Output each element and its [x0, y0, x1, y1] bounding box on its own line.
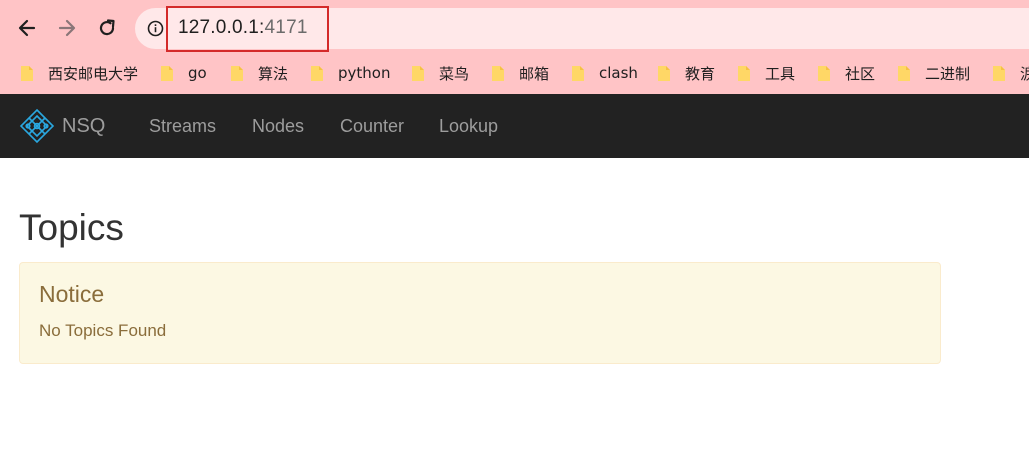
nav-link-nodes[interactable]: Nodes [252, 115, 304, 137]
folder-icon [658, 65, 670, 81]
nav-link-lookup[interactable]: Lookup [439, 115, 498, 137]
folder-icon [818, 65, 830, 81]
bookmark-label: 算法 [258, 64, 289, 83]
bookmark-item[interactable]: 教育 [657, 57, 715, 89]
bookmark-item[interactable]: 涙 [992, 57, 1029, 89]
bookmark-label: go [188, 64, 207, 82]
folder-icon [492, 65, 504, 81]
bookmark-item[interactable]: 邮箱 [491, 57, 549, 89]
nav-link-counter[interactable]: Counter [340, 115, 404, 137]
nav-link-streams[interactable]: Streams [149, 115, 216, 137]
folder-icon [738, 65, 750, 81]
bookmark-label: 邮箱 [519, 64, 550, 83]
reload-button[interactable] [91, 12, 123, 44]
bookmark-label: 社区 [845, 64, 876, 83]
bookmark-label: 西安邮电大学 [48, 64, 139, 83]
folder-icon [161, 65, 173, 81]
brand-name: NSQ [62, 114, 106, 137]
bookmarks-bar: 西安邮电大学 go 算法 python 菜鸟 邮箱 clash 教育 工具 社区… [0, 57, 1029, 89]
bookmark-label: 工具 [765, 64, 796, 83]
arrow-right-icon [58, 19, 76, 37]
back-button[interactable] [11, 12, 43, 44]
bookmark-label: 菜鸟 [439, 64, 470, 83]
bookmark-label: python [338, 64, 391, 82]
url-highlight-box [166, 6, 329, 52]
browser-toolbar: 127.0.0.1:4171 [0, 0, 1029, 56]
bookmark-item[interactable]: go [160, 57, 207, 89]
navbar: NSQ Streams Nodes Counter Lookup [0, 94, 1029, 158]
arrow-left-icon [18, 19, 36, 37]
folder-icon [412, 65, 424, 81]
folder-icon [311, 65, 323, 81]
notice-alert: Notice No Topics Found [19, 262, 941, 364]
brand-link[interactable]: NSQ [19, 108, 105, 144]
folder-icon [231, 65, 243, 81]
bookmark-item[interactable]: 二进制 [897, 57, 970, 89]
bookmark-item[interactable]: 工具 [737, 57, 795, 89]
bookmark-label: 教育 [685, 64, 716, 83]
bookmark-item[interactable]: 社区 [817, 57, 875, 89]
reload-icon [99, 19, 115, 36]
bookmark-item[interactable]: clash [571, 57, 638, 89]
bookmark-label: 二进制 [925, 64, 971, 83]
folder-icon [21, 65, 33, 81]
info-icon[interactable] [147, 20, 164, 37]
bookmark-label: 涙 [1020, 64, 1029, 83]
folder-icon [898, 65, 910, 81]
bookmark-item[interactable]: 算法 [230, 57, 288, 89]
notice-message: No Topics Found [39, 321, 167, 340]
folder-icon [572, 65, 584, 81]
browser-chrome: 127.0.0.1:4171 西安邮电大学 go 算法 python 菜鸟 邮箱 [0, 0, 1029, 94]
bookmark-item[interactable]: 菜鸟 [411, 57, 469, 89]
folder-icon [993, 65, 1005, 81]
bookmark-item[interactable]: python [310, 57, 390, 89]
bookmark-item[interactable]: 西安邮电大学 [20, 57, 138, 89]
page-title: Topics [19, 207, 124, 248]
bookmark-label: clash [599, 64, 638, 82]
forward-button[interactable] [51, 12, 83, 44]
notice-heading: Notice [39, 281, 105, 307]
nsq-logo-icon [19, 108, 55, 144]
